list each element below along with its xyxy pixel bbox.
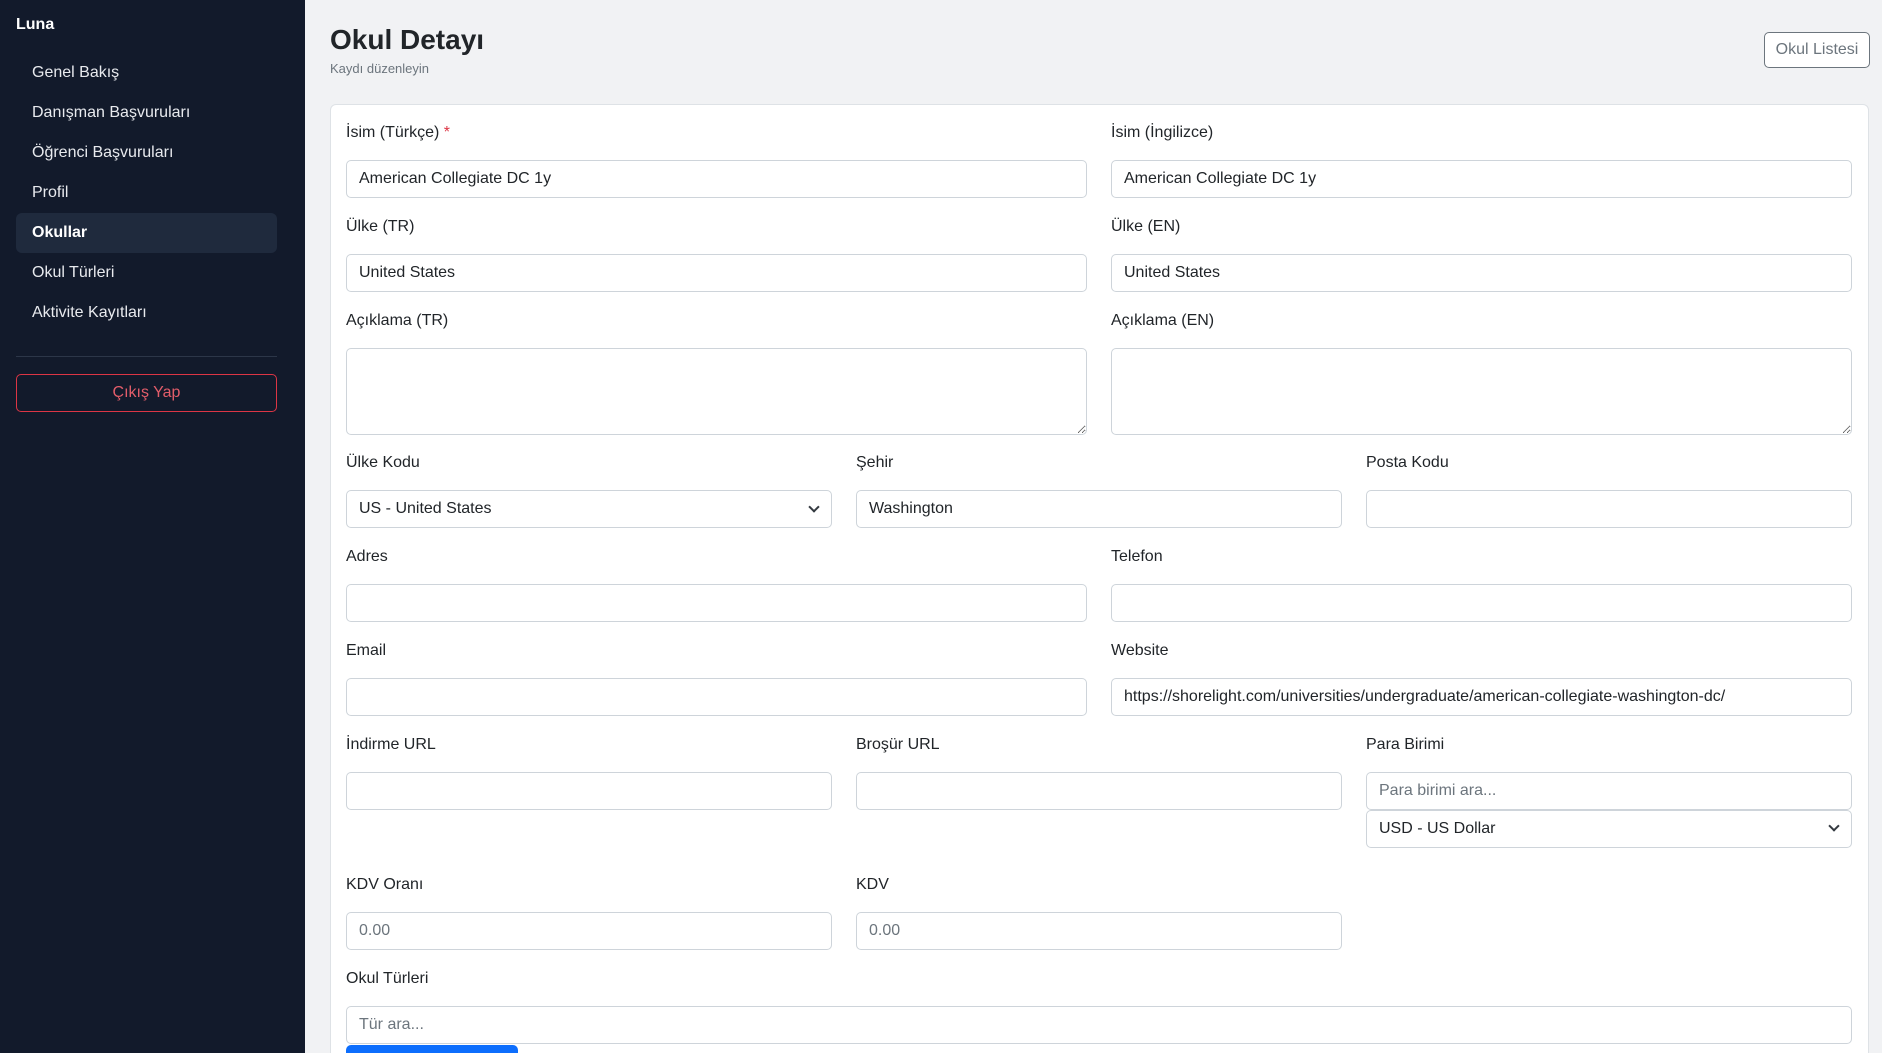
vat-rate-label: KDV Oranı (346, 876, 424, 893)
brand-logo: Luna (16, 16, 55, 33)
country-tr-group: Ülke (TR) (346, 215, 1087, 292)
phone-label: Telefon (1111, 548, 1163, 565)
address-input[interactable] (346, 584, 1087, 622)
download-url-label: İndirme URL (346, 736, 436, 753)
sidebar-item-activity-logs[interactable]: Aktivite Kayıtları (16, 293, 277, 333)
school-form-card: İsim (Türkçe) * İsim (İngilizce) Ülke (T… (330, 104, 1869, 1053)
country-tr-label: Ülke (TR) (346, 218, 415, 235)
vat-input[interactable] (856, 912, 1342, 950)
country-en-label: Ülke (EN) (1111, 218, 1181, 235)
currency-select-wrapper: USD - US Dollar (1366, 810, 1852, 848)
currency-select[interactable]: USD - US Dollar (1366, 810, 1852, 848)
country-code-group: Ülke Kodu US - United States (346, 451, 832, 528)
sidebar-item-profile[interactable]: Profil (16, 173, 277, 213)
phone-input[interactable] (1111, 584, 1852, 622)
city-group: Şehir (856, 451, 1342, 528)
sidebar-item-schools[interactable]: Okullar (16, 213, 277, 253)
desc-tr-textarea[interactable] (346, 348, 1087, 435)
school-type-action-button[interactable] (346, 1045, 518, 1053)
email-label: Email (346, 642, 387, 659)
country-code-select[interactable]: US - United States (346, 490, 832, 528)
desc-en-textarea[interactable] (1111, 348, 1852, 435)
logout-button[interactable]: Çıkış Yap (16, 374, 277, 412)
desc-en-label: Açıklama (EN) (1111, 312, 1215, 329)
currency-group: Para Birimi (1366, 733, 1852, 810)
school-types-search-input[interactable] (346, 1006, 1852, 1044)
name-tr-group: İsim (Türkçe) * (346, 121, 1087, 198)
address-label: Adres (346, 548, 388, 565)
postal-code-input[interactable] (1366, 490, 1852, 528)
country-code-label: Ülke Kodu (346, 454, 420, 471)
vat-rate-input[interactable] (346, 912, 832, 950)
sidebar-item-school-types[interactable]: Okul Türleri (16, 253, 277, 293)
sidebar-nav: Genel Bakış Danışman Başvuruları Öğrenci… (16, 53, 277, 333)
country-en-input[interactable] (1111, 254, 1852, 292)
school-types-group: Okul Türleri (346, 967, 1852, 1044)
sidebar-item-student-applications[interactable]: Öğrenci Başvuruları (16, 133, 277, 173)
brochure-url-group: Broşür URL (856, 733, 1342, 810)
school-types-label: Okul Türleri (346, 970, 429, 987)
name-en-input[interactable] (1111, 160, 1852, 198)
vat-group: KDV (856, 873, 1342, 950)
website-group: Website (1111, 639, 1852, 716)
desc-tr-label: Açıklama (TR) (346, 312, 449, 329)
sidebar-divider (16, 356, 277, 357)
vat-rate-group: KDV Oranı (346, 873, 832, 950)
name-tr-label: İsim (Türkçe) * (346, 124, 451, 141)
school-list-button[interactable]: Okul Listesi (1764, 32, 1870, 68)
currency-label: Para Birimi (1366, 736, 1445, 753)
city-label: Şehir (856, 454, 894, 471)
sidebar-item-consultant-applications[interactable]: Danışman Başvuruları (16, 93, 277, 133)
address-group: Adres (346, 545, 1087, 622)
country-tr-input[interactable] (346, 254, 1087, 292)
name-en-label: İsim (İngilizce) (1111, 124, 1214, 141)
name-tr-input[interactable] (346, 160, 1087, 198)
page-title: Okul Detayı (330, 24, 485, 55)
country-en-group: Ülke (EN) (1111, 215, 1852, 292)
postal-code-group: Posta Kodu (1366, 451, 1852, 528)
website-label: Website (1111, 642, 1169, 659)
required-mark: * (443, 124, 451, 141)
sidebar-item-overview[interactable]: Genel Bakış (16, 53, 277, 93)
website-input[interactable] (1111, 678, 1852, 716)
page-subtitle: Kaydı düzenleyin (330, 61, 430, 76)
email-input[interactable] (346, 678, 1087, 716)
sidebar: Luna Genel Bakış Danışman Başvuruları Öğ… (0, 0, 305, 1053)
name-en-group: İsim (İngilizce) (1111, 121, 1852, 198)
city-input[interactable] (856, 490, 1342, 528)
vat-label: KDV (856, 876, 889, 893)
brochure-url-label: Broşür URL (856, 736, 940, 753)
brochure-url-input[interactable] (856, 772, 1342, 810)
email-group: Email (346, 639, 1087, 716)
phone-group: Telefon (1111, 545, 1852, 622)
download-url-input[interactable] (346, 772, 832, 810)
download-url-group: İndirme URL (346, 733, 832, 810)
postal-code-label: Posta Kodu (1366, 454, 1449, 471)
main-content: Okul Detayı Kaydı düzenleyin Okul Listes… (305, 0, 1882, 1053)
desc-en-group: Açıklama (EN) (1111, 309, 1852, 435)
currency-search-input[interactable] (1366, 772, 1852, 810)
desc-tr-group: Açıklama (TR) (346, 309, 1087, 435)
